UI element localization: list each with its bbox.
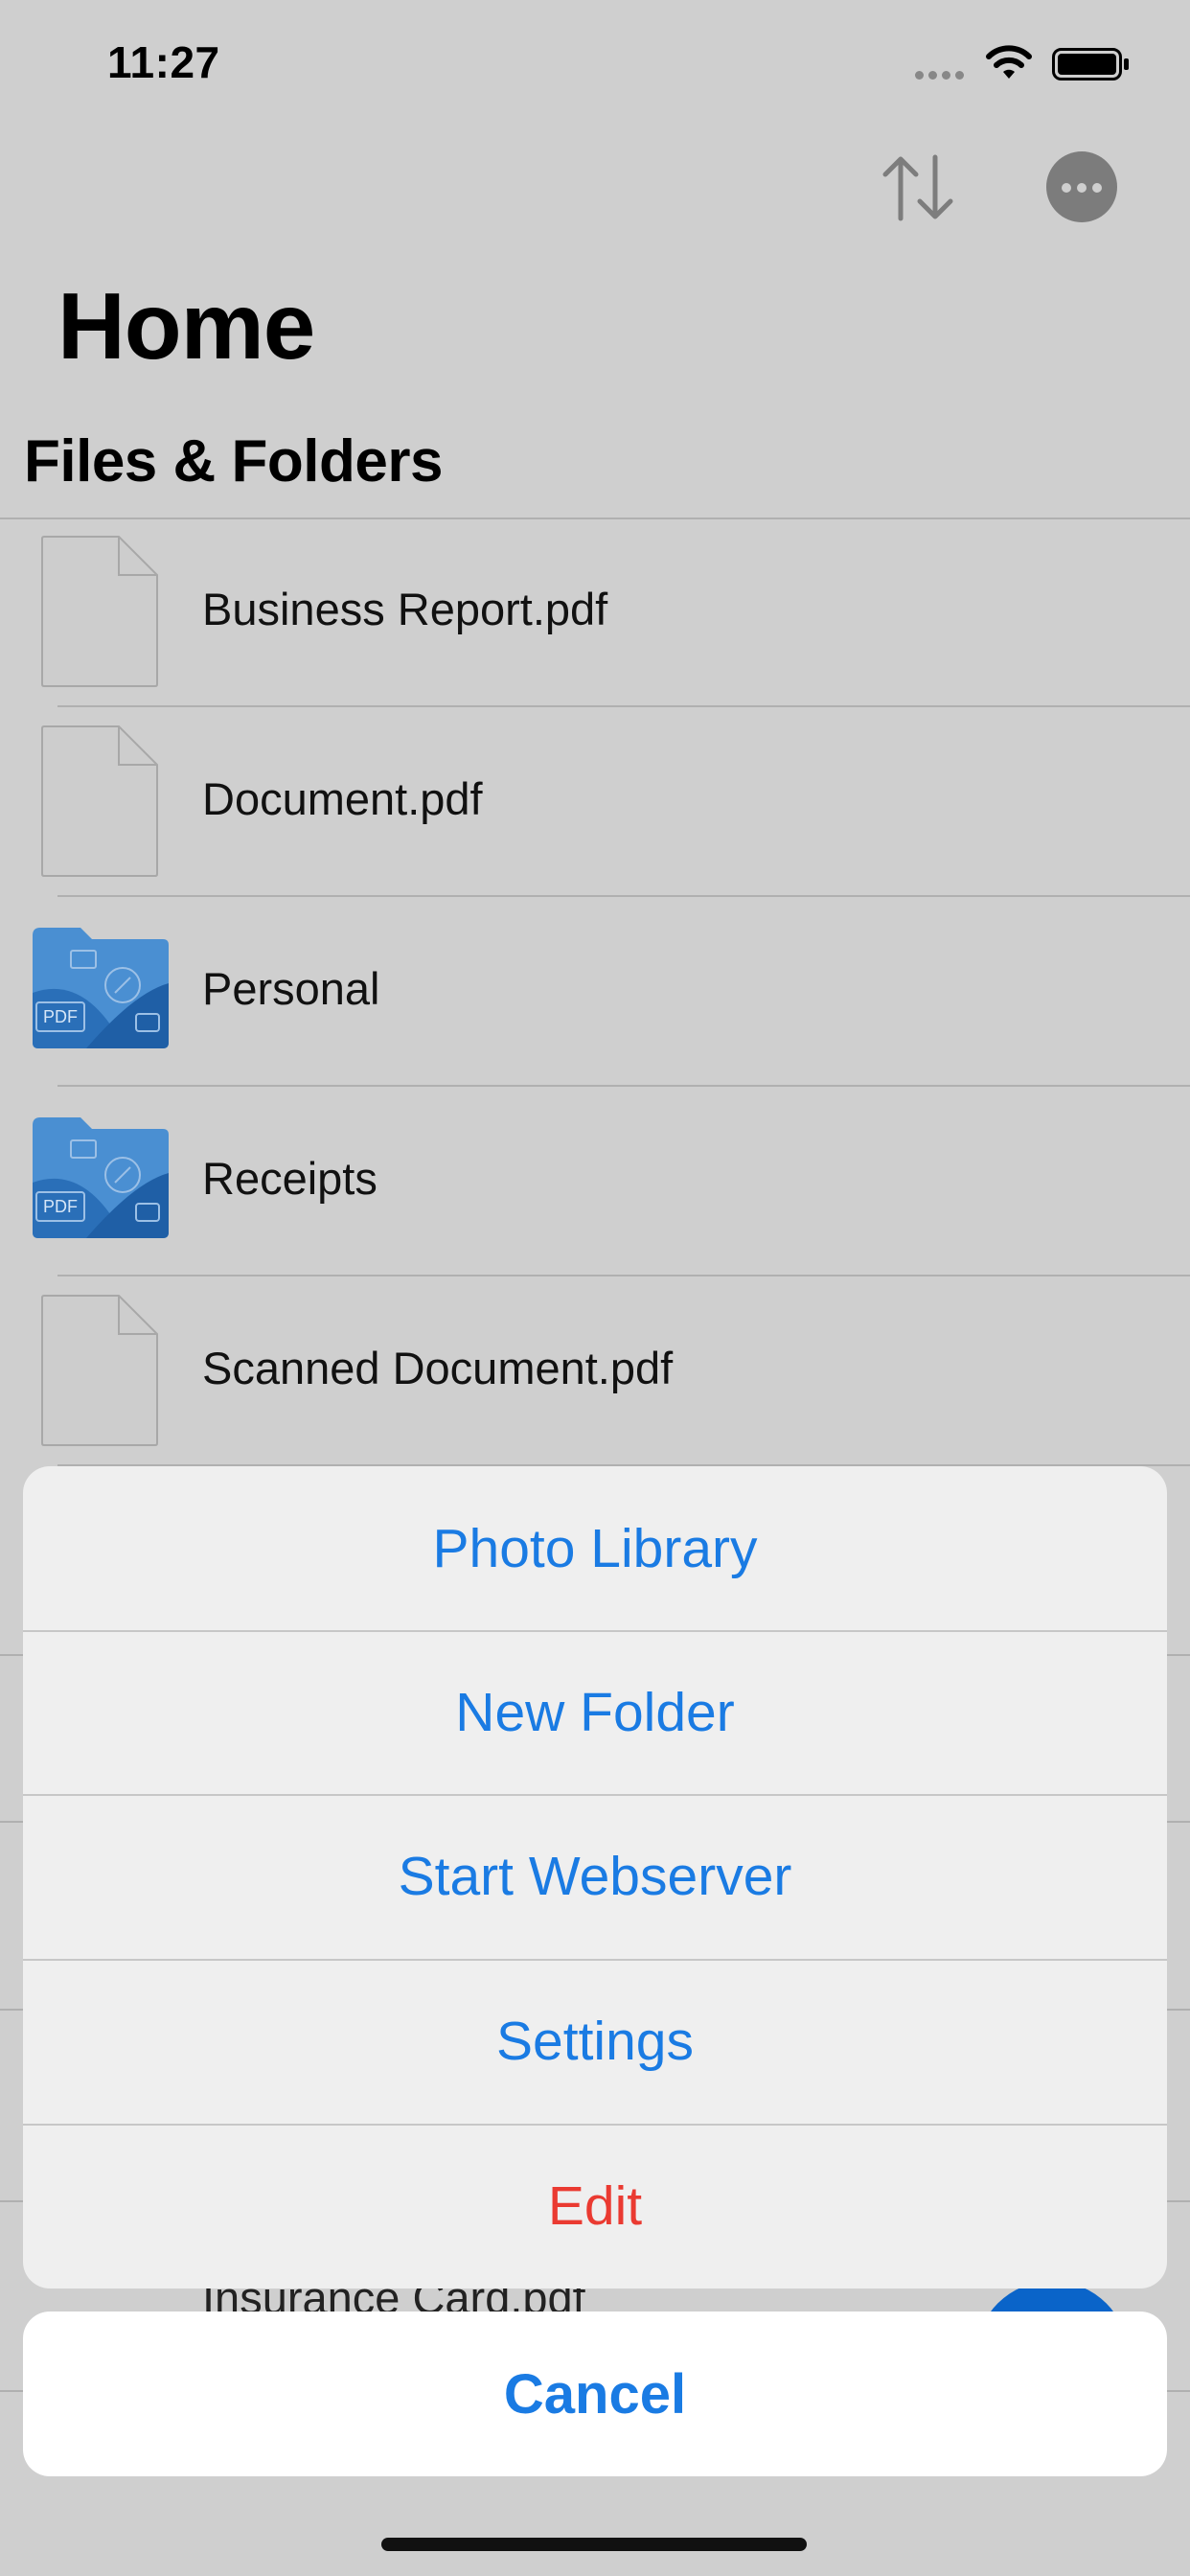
settings-button[interactable]: Settings xyxy=(23,1959,1167,2123)
start-webserver-button[interactable]: Start Webserver xyxy=(23,1794,1167,1958)
section-title: Files & Folders xyxy=(24,428,443,494)
list-item[interactable]: PDF Personal xyxy=(0,897,1190,1087)
action-label: Start Webserver xyxy=(398,1845,792,1907)
folder-badge: PDF xyxy=(43,1197,78,1216)
list-item[interactable]: PDF Receipts xyxy=(0,1087,1190,1276)
folder-icon: PDF xyxy=(33,1117,169,1238)
wifi-icon xyxy=(986,45,1032,79)
document-icon xyxy=(41,725,158,877)
folder-badge: PDF xyxy=(43,1007,78,1026)
file-name: Scanned Document.pdf xyxy=(202,1343,674,1393)
action-label: Edit xyxy=(547,2174,643,2237)
action-label: New Folder xyxy=(455,1681,735,1743)
home-indicator[interactable] xyxy=(381,2538,807,2551)
action-sheet: Photo Library New Folder Start Webserver… xyxy=(23,1466,1167,2288)
document-icon xyxy=(41,536,158,687)
folder-name: Receipts xyxy=(202,1153,378,1204)
file-name: Business Report.pdf xyxy=(202,584,608,634)
document-icon xyxy=(41,1295,158,1446)
list-item[interactable]: Scanned Document.pdf xyxy=(0,1276,1190,1466)
folder-icon: PDF xyxy=(33,928,169,1048)
ellipsis-circle-icon[interactable] xyxy=(1046,151,1117,222)
action-label: Settings xyxy=(496,2010,694,2072)
cellular-signal-icon xyxy=(915,67,969,80)
sort-arrows-icon[interactable] xyxy=(880,153,956,222)
photo-library-button[interactable]: Photo Library xyxy=(23,1466,1167,1630)
new-folder-button[interactable]: New Folder xyxy=(23,1630,1167,1794)
battery-icon xyxy=(1052,48,1129,80)
page-title: Home xyxy=(57,273,315,379)
list-item[interactable]: Document.pdf xyxy=(0,707,1190,897)
status-time: 11:27 xyxy=(107,37,220,87)
edit-button[interactable]: Edit xyxy=(23,2124,1167,2288)
folder-name: Personal xyxy=(202,963,380,1014)
list-item[interactable]: Business Report.pdf xyxy=(0,518,1190,707)
cancel-button[interactable]: Cancel xyxy=(23,2312,1167,2476)
file-name: Document.pdf xyxy=(202,773,483,824)
